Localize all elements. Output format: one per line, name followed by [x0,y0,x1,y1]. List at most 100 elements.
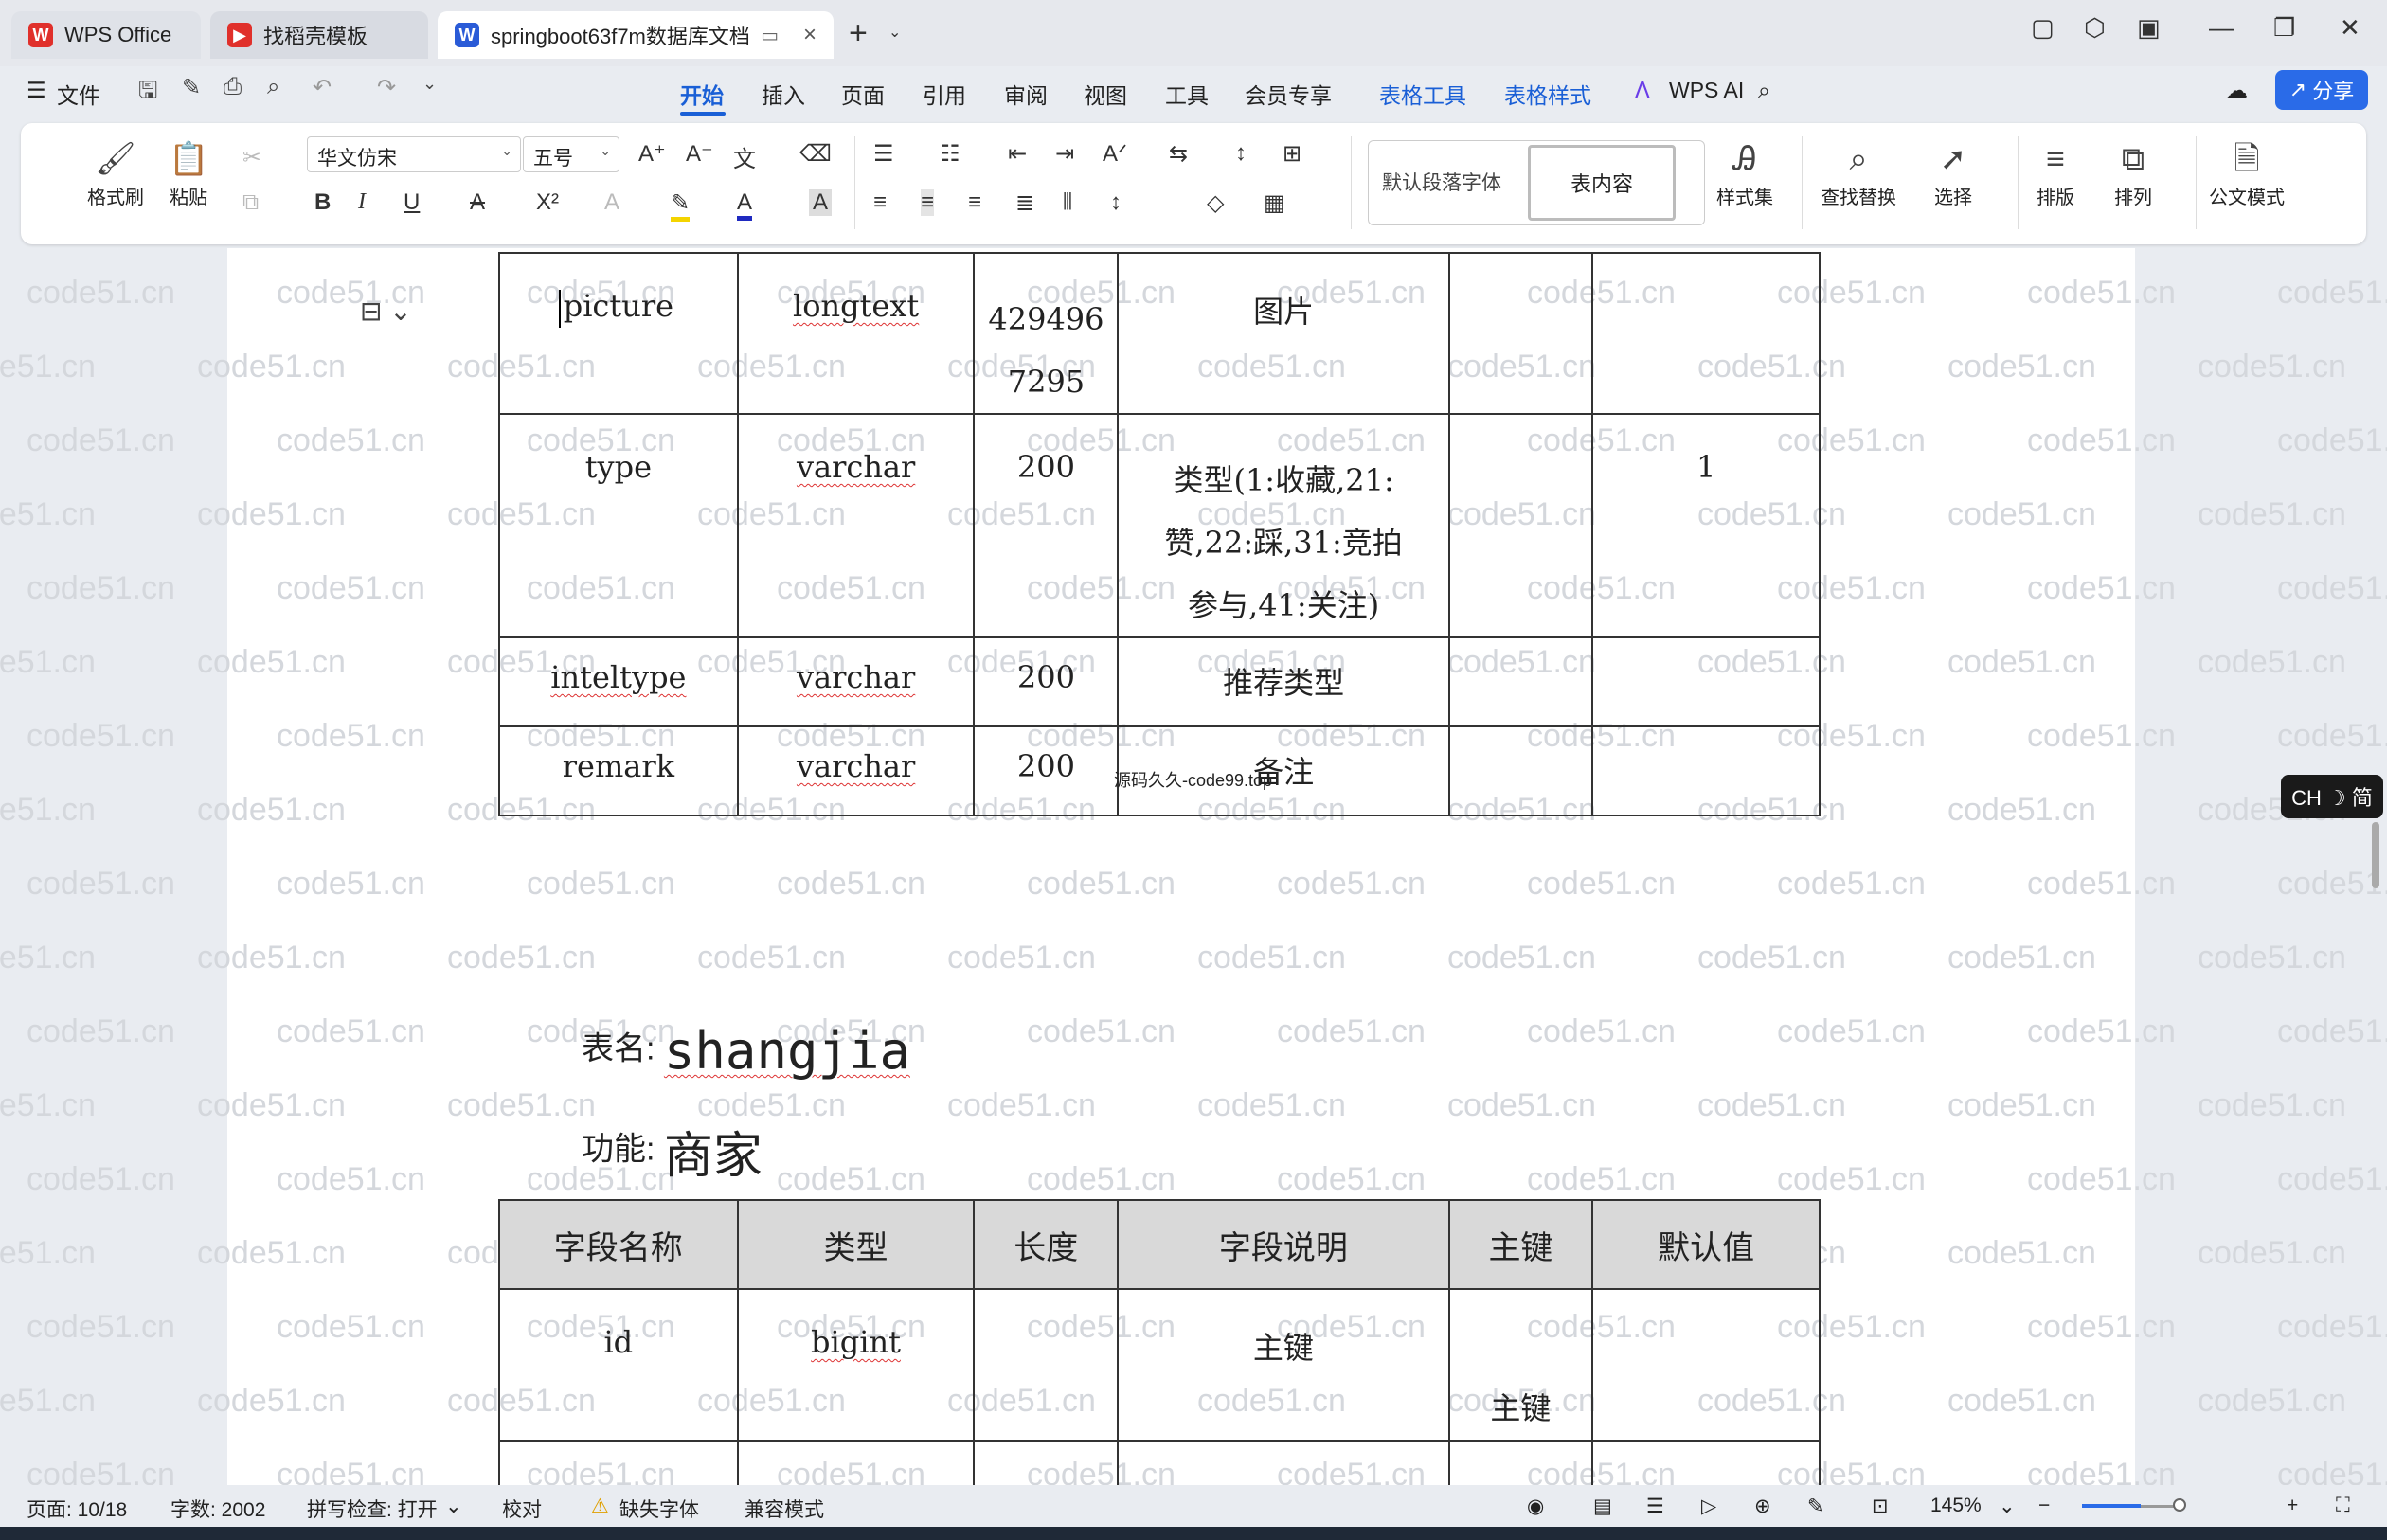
close-tab-icon[interactable]: × [803,22,817,48]
highlight-icon[interactable]: ✎ [671,189,691,222]
eye-icon[interactable]: ◉ [1527,1495,1544,1518]
missing-font[interactable]: 缺失字体 [619,1495,699,1523]
page-view-icon[interactable]: ▤ [1593,1495,1612,1518]
outline-view-icon[interactable]: ☰ [1646,1495,1664,1518]
table-cell[interactable]: 类型(1:收藏,21: 赞,22:踩,31:竞拍 参与,41:关注) [1117,413,1450,638]
numbered-list-icon[interactable]: ☷ [940,140,960,168]
play-icon[interactable]: ▷ [1701,1495,1716,1518]
superscript-icon[interactable]: X² [536,189,559,216]
table-cell[interactable] [736,1440,976,1485]
table-cell[interactable]: 200 [973,636,1120,727]
column-header[interactable]: 类型 [736,1199,976,1290]
increase-indent-icon[interactable]: ⇥ [1055,140,1074,168]
italic-icon[interactable]: I [358,189,366,215]
scrollbar-thumb[interactable] [2372,822,2379,888]
table-cell[interactable] [1591,725,1821,816]
bold-icon[interactable]: B [314,189,331,216]
save-icon[interactable]: 🖫 [138,74,157,113]
table-cell[interactable]: varchar [736,725,976,816]
menu-member[interactable]: 会员专享 [1245,78,1332,110]
new-tab-icon[interactable]: + [849,15,868,52]
column-header[interactable]: 长度 [973,1199,1120,1290]
menu-table-style[interactable]: 表格样式 [1504,78,1591,110]
font-grow-icon[interactable]: A⁺ [638,140,666,168]
monitor-icon[interactable]: ▭ [761,24,779,47]
align-right-icon[interactable]: ≡ [968,189,981,216]
column-header[interactable]: 字段名称 [498,1199,739,1290]
font-color-icon[interactable]: A [737,189,753,221]
table-function-line[interactable]: 功能: 商家 [582,1116,763,1187]
bullet-list-icon[interactable]: ☰ [873,140,894,168]
menu-insert[interactable]: 插入 [762,78,805,110]
draw-icon[interactable]: ✎ [182,74,201,101]
chevron-down-icon[interactable]: ⌄ [888,23,901,42]
decrease-indent-icon[interactable]: ⇤ [1008,140,1027,168]
show-marks-icon[interactable]: ⊞ [1283,140,1301,168]
table-cell[interactable]: 200 [973,413,1120,638]
menu-page[interactable]: 页面 [841,78,885,110]
border-icon[interactable]: ▦ [1264,189,1285,217]
style-table-content[interactable]: 表内容 [1528,145,1676,221]
phonetic-icon[interactable]: 文 [733,140,756,173]
layout-icon[interactable]: ▢ [2031,13,2055,43]
table-cell[interactable]: remark [498,725,739,816]
table-cell[interactable]: varchar [736,413,976,638]
menu-file[interactable]: 文件 [57,78,100,110]
table-name-line[interactable]: 表名: shangjia [582,1021,910,1081]
cube-icon[interactable]: ⬡ [2084,13,2106,43]
table-cell[interactable] [1447,636,1594,727]
text-direction-icon[interactable]: Aᐟ [1103,140,1127,168]
font-name-select[interactable]: 华文仿宋 ⌄ [307,136,521,172]
text-effect-icon[interactable]: A [604,189,619,216]
column-header[interactable]: 主键 [1447,1199,1594,1290]
table-cell[interactable]: picture [498,252,739,415]
table-cell[interactable] [1447,1440,1594,1485]
table-cell[interactable]: longtext [736,252,976,415]
table-cell[interactable] [1591,252,1821,415]
menu-tools[interactable]: 工具 [1165,78,1209,110]
table-cell[interactable]: id [498,1288,739,1442]
copy-icon[interactable]: ⧉ [242,189,259,216]
share-button[interactable]: ↗ 分享 [2275,70,2368,110]
chevron-down-icon[interactable]: ⌄ [1999,1495,2016,1518]
table-cell[interactable]: type [498,413,739,638]
format-painter-button[interactable]: 🖌 格式刷 [87,136,144,209]
document-area[interactable]: code51.cn code51.cn code51.cn code51.cn code… [0,248,2387,1485]
style-set-button[interactable]: Ꭿ 样式集 [1716,136,1773,209]
paste-button[interactable]: 📋 粘贴 [169,136,208,209]
print-preview-icon[interactable]: ⌕ [267,74,279,100]
style-normal[interactable]: 默认段落字体 [1382,168,1501,196]
web-view-icon[interactable]: ⊕ [1754,1495,1771,1518]
zoom-out-icon[interactable]: − [2038,1495,2050,1517]
table-cell[interactable] [1591,1288,1821,1442]
find-replace-button[interactable]: ⌕ 查找替换 [1821,136,1896,209]
official-mode-button[interactable]: 🗎 公文模式 [2209,136,2285,209]
table-cell[interactable]: 主键 [1117,1288,1450,1442]
line-spacing-icon[interactable]: ↕ [1110,189,1122,216]
table-cell[interactable]: 1 [1591,413,1821,638]
pen-icon[interactable]: ✎ [1807,1495,1824,1518]
table-cell[interactable]: inteltype [498,636,739,727]
menu-reference[interactable]: 引用 [923,78,966,110]
table-cell[interactable] [1447,725,1594,816]
vertical-scrollbar[interactable] [2366,248,2387,1485]
paragraph-handle-icon[interactable]: ⊟ ⌄ [360,295,412,327]
minimize-icon[interactable]: — [2209,13,2234,43]
zoom-level[interactable]: 145% [1930,1495,1982,1517]
menu-icon[interactable]: ☰ [27,78,46,103]
distribute-icon[interactable]: ⫴ [1063,189,1072,216]
clear-format-icon[interactable]: ⌫ [799,140,832,168]
fit-page-icon[interactable]: ⊡ [1872,1495,1889,1518]
strikethrough-icon[interactable]: A [470,189,485,216]
table-cell[interactable]: 图片 [1117,252,1450,415]
table-cell[interactable] [1447,252,1594,415]
table-cell[interactable]: bigint [736,1288,976,1442]
menu-table-tools[interactable]: 表格工具 [1379,78,1466,110]
zoom-slider-handle[interactable] [2173,1498,2186,1512]
menu-review[interactable]: 审阅 [1004,78,1048,110]
underline-icon[interactable]: U [404,189,420,216]
avatar[interactable]: ▣ [2137,13,2161,43]
shading-icon[interactable]: ◇ [1207,189,1224,217]
table-cell[interactable] [1591,636,1821,727]
menu-view[interactable]: 视图 [1084,78,1127,110]
